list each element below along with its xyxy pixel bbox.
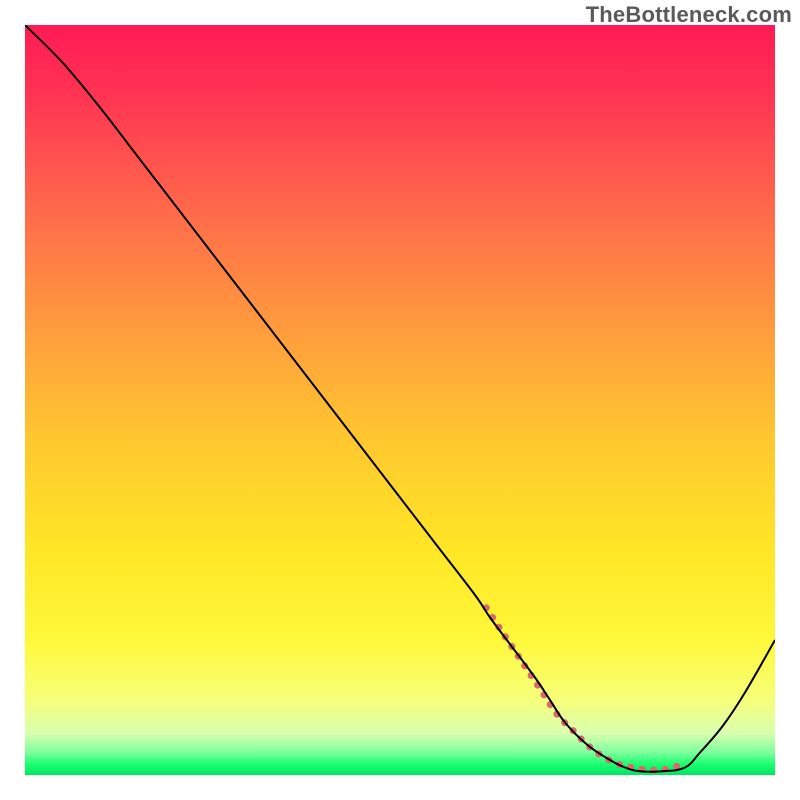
- chart-canvas: TheBottleneck.com: [0, 0, 800, 800]
- chart-svg: [25, 25, 775, 775]
- plot-area: [25, 25, 775, 775]
- gradient-background: [25, 25, 775, 775]
